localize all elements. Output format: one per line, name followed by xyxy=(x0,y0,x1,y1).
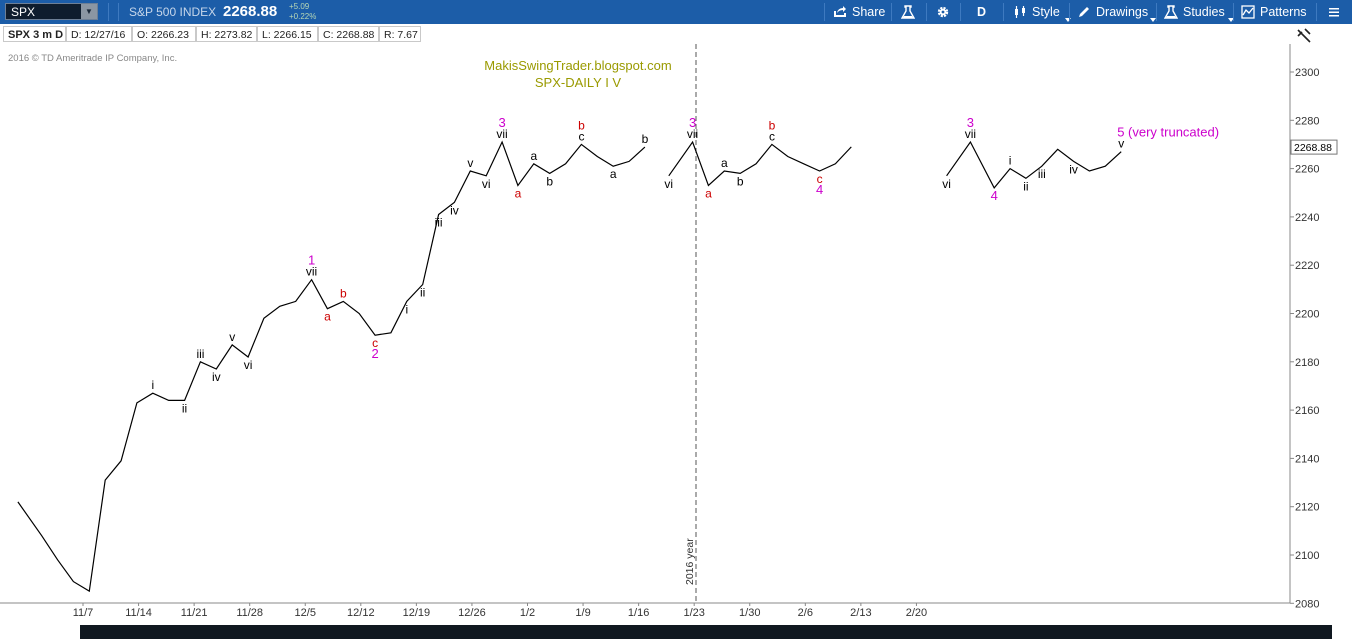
wave-label: iv xyxy=(212,370,221,384)
wave-label: b xyxy=(737,174,744,188)
x-tick-label: 11/21 xyxy=(181,607,208,619)
wave-label: i xyxy=(151,378,154,392)
y-tick-label: 2080 xyxy=(1295,598,1319,610)
wave-label: vi xyxy=(244,358,253,372)
y-tick-label: 2280 xyxy=(1295,115,1319,127)
wave-label: a xyxy=(515,187,522,201)
x-tick-label: 11/7 xyxy=(73,607,94,619)
last-price-tag-label: 2268.88 xyxy=(1294,142,1332,154)
x-tick-label: 2/20 xyxy=(906,607,927,619)
wave-label: vi xyxy=(942,177,951,191)
chart-scrollbar[interactable] xyxy=(80,625,1332,639)
wave-label: 4 xyxy=(991,188,998,203)
x-tick-label: 12/26 xyxy=(458,607,486,619)
wave-label: v xyxy=(467,156,473,170)
x-tick-label: 1/9 xyxy=(575,607,590,619)
y-tick-label: 2180 xyxy=(1295,357,1319,369)
price-chart[interactable]: 2080 2100 2120 2140 2160 2180 2200 2220 2240 2260… xyxy=(0,0,1352,642)
price-line[interactable] xyxy=(946,140,1122,189)
wave-label: b xyxy=(769,118,776,132)
y-tick-label: 2100 xyxy=(1295,550,1319,562)
wave-label: vi xyxy=(664,177,673,191)
x-tick-label: 11/14 xyxy=(125,607,152,619)
crosshair-settings-icon[interactable] xyxy=(1297,28,1311,43)
wave-label: i xyxy=(1009,154,1012,168)
y-tick-label: 2220 xyxy=(1295,260,1319,272)
wave-label: 5 (very truncated) xyxy=(1117,125,1219,140)
x-tick-label: 1/30 xyxy=(739,607,760,619)
wave-label: iv xyxy=(450,203,459,217)
wave-label: ii xyxy=(1023,179,1028,193)
y-tick-label: 2260 xyxy=(1295,164,1319,176)
wave-label: a xyxy=(530,149,537,163)
wave-label: 2 xyxy=(371,346,378,361)
wave-label: 3 xyxy=(498,115,505,130)
wave-label: b xyxy=(578,118,585,132)
x-tick-label: 12/19 xyxy=(403,607,431,619)
wave-label: iv xyxy=(1069,162,1078,176)
x-tick-label: 11/28 xyxy=(236,607,263,619)
wave-label: b xyxy=(642,132,649,146)
wave-label: 1 xyxy=(308,253,315,268)
wave-label: iii xyxy=(435,215,443,229)
x-tick-label: 1/23 xyxy=(683,607,704,619)
wave-label: vi xyxy=(482,177,491,191)
wave-label: b xyxy=(340,286,347,300)
price-line[interactable] xyxy=(17,140,646,593)
wave-label: v xyxy=(229,330,235,344)
y-tick-label: 2120 xyxy=(1295,502,1319,514)
wave-label: a xyxy=(610,167,617,181)
year-divider-label: 2016 year xyxy=(684,538,696,585)
wave-label: i xyxy=(405,302,408,316)
wave-label: ii xyxy=(182,401,187,415)
y-tick-label: 2200 xyxy=(1295,309,1319,321)
wave-label: iii xyxy=(196,347,204,361)
y-tick-label: 2240 xyxy=(1295,212,1319,224)
y-tick-label: 2140 xyxy=(1295,453,1319,465)
wave-label: 4 xyxy=(816,182,823,197)
wave-label: iii xyxy=(1038,167,1046,181)
y-tick-label: 2160 xyxy=(1295,405,1319,417)
wave-label: a xyxy=(705,187,712,201)
wave-label: a xyxy=(721,156,728,170)
x-tick-label: 2/6 xyxy=(798,607,813,619)
wave-label: a xyxy=(324,310,331,324)
wave-label: 3 xyxy=(689,115,696,130)
y-tick-label: 2300 xyxy=(1295,67,1319,79)
chart-title: MakisSwingTrader.blogspot.com xyxy=(484,58,671,73)
wave-label: b xyxy=(546,174,553,188)
copyright-text: 2016 © TD Ameritrade IP Company, Inc. xyxy=(8,53,177,64)
x-tick-label: 1/16 xyxy=(628,607,649,619)
wave-label: ii xyxy=(420,286,425,300)
x-tick-label: 12/12 xyxy=(347,607,375,619)
x-tick-label: 2/13 xyxy=(850,607,871,619)
x-tick-label: 1/2 xyxy=(520,607,535,619)
x-tick-label: 12/5 xyxy=(295,607,316,619)
wave-label: 3 xyxy=(967,115,974,130)
chart-subtitle: SPX-DAILY I V xyxy=(535,75,622,90)
